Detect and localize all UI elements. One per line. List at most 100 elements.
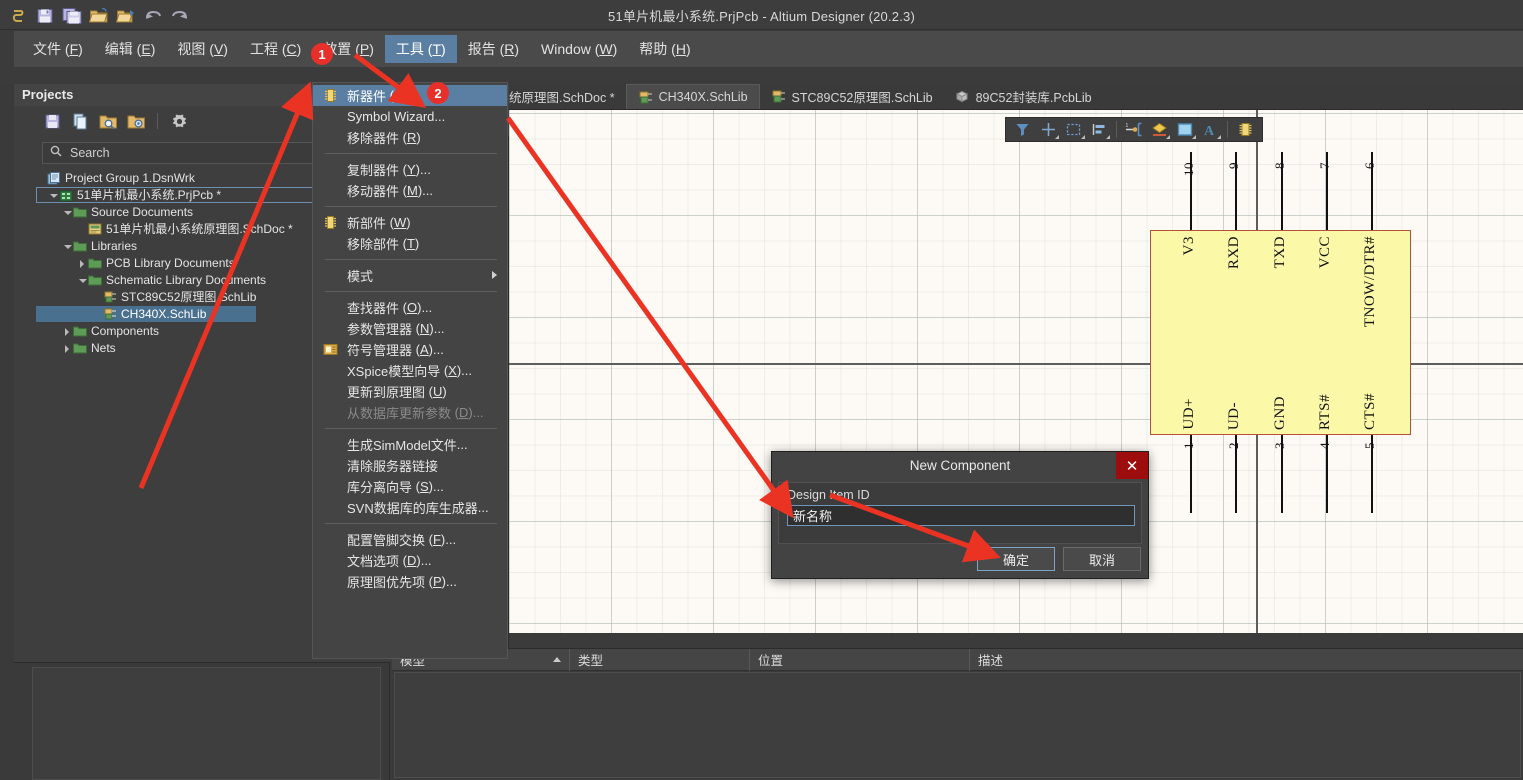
- dropdown-corner[interactable]: [1191, 135, 1196, 139]
- menu-item-remove-part[interactable]: 移除部件 (T): [313, 233, 507, 254]
- tree-item-schematic-library-documents[interactable]: Schematic Library Documents: [36, 272, 336, 288]
- design-item-id-input[interactable]: [787, 505, 1135, 526]
- search-input[interactable]: [68, 145, 308, 161]
- menu-edit[interactable]: 编辑 (E): [94, 35, 167, 63]
- pin-number-9: 9: [1226, 162, 1241, 169]
- title-bar: 51单片机最小系统.PrjPcb - Altium Designer (20.2…: [0, 0, 1523, 30]
- menu-item-document-options[interactable]: 文档选项 (D)...: [313, 550, 507, 571]
- dropdown-corner[interactable]: [1166, 135, 1171, 139]
- menu-item-label: SVN数据库的库生成器: [347, 501, 478, 516]
- open-folder-search-icon[interactable]: [98, 111, 118, 131]
- tab-stc89c52-schlib[interactable]: STC89C52原理图.SchLib: [760, 84, 944, 109]
- schlib-icon: [638, 91, 653, 104]
- tab-ch340x-schlib[interactable]: CH340X.SchLib: [625, 84, 760, 109]
- menu-item-symbol-manager[interactable]: 符号管理器 (A)...: [313, 339, 507, 360]
- schematic-toolbar: 1 A: [1005, 117, 1263, 142]
- tree-item-nets[interactable]: Nets: [36, 340, 336, 356]
- menu-item-update-to-schematic[interactable]: 更新到原理图 (U): [313, 381, 507, 402]
- menu-item-mode[interactable]: 模式: [313, 265, 507, 286]
- column-header-type[interactable]: 类型: [570, 648, 750, 671]
- tab-label: 统原理图.SchDoc *: [509, 91, 615, 105]
- tree-item-label: CH340X.SchLib: [121, 307, 207, 321]
- dropdown-corner[interactable]: [1080, 135, 1085, 139]
- twisty-expanded[interactable]: [48, 190, 59, 201]
- tab-schdoc[interactable]: 统原理图.SchDoc *: [509, 84, 626, 109]
- menu-help[interactable]: 帮助 (H): [628, 35, 701, 63]
- menu-item-svn-database-library-maker[interactable]: SVN数据库的库生成器...: [313, 497, 507, 518]
- dropdown-corner[interactable]: [1106, 135, 1111, 139]
- menu-item-configure-pin-swapping[interactable]: 配置管脚交换 (F)...: [313, 529, 507, 550]
- crosshair-place-icon[interactable]: [1037, 119, 1061, 140]
- tree-item-label: 51单片机最小系统.PrjPcb *: [77, 188, 222, 202]
- ok-button[interactable]: 确定: [977, 547, 1055, 571]
- copy-icon[interactable]: [70, 111, 90, 131]
- place-rectangle-icon[interactable]: [1173, 119, 1197, 140]
- column-header-location[interactable]: 位置: [750, 648, 970, 671]
- menu-tools[interactable]: 工具 (T): [384, 35, 457, 63]
- menu-item-library-splitter-wizard[interactable]: 库分离向导 (S)...: [313, 476, 507, 497]
- menu-item-new-part[interactable]: 新部件 (W): [313, 212, 507, 233]
- tree-item-label: Libraries: [91, 239, 138, 253]
- dropdown-corner[interactable]: [1055, 135, 1060, 139]
- place-polygon-icon[interactable]: [1148, 119, 1172, 140]
- tree-item-pcb-library-documents[interactable]: PCB Library Documents: [36, 255, 336, 271]
- twisty-expanded[interactable]: [62, 207, 73, 218]
- menu-item-move-component[interactable]: 移动器件 (M)...: [313, 180, 507, 201]
- dropdown-corner[interactable]: [1217, 135, 1222, 139]
- menu-item-generate-simmodel-file[interactable]: 生成SimModel文件...: [313, 434, 507, 455]
- save-icon[interactable]: [42, 111, 62, 131]
- folder-settings-icon[interactable]: [126, 111, 146, 131]
- search-box[interactable]: [42, 142, 332, 164]
- twisty-expanded[interactable]: [62, 241, 73, 252]
- gear-icon[interactable]: [169, 111, 189, 131]
- menu-item-label: 查找器件: [347, 301, 400, 316]
- tree-item-workspace[interactable]: Project Group 1.DsnWrk: [36, 170, 336, 186]
- twisty-collapsed[interactable]: [77, 258, 88, 269]
- tree-item-ch340x-schlib[interactable]: CH340X.SchLib: [36, 306, 256, 322]
- place-component-icon[interactable]: [1233, 119, 1257, 140]
- twisty-collapsed[interactable]: [62, 343, 73, 354]
- tree-item-libraries[interactable]: Libraries: [36, 238, 336, 254]
- menu-project[interactable]: 工程 (C): [239, 35, 312, 63]
- place-pin-icon[interactable]: 1: [1122, 119, 1146, 140]
- menu-item-copy-component[interactable]: 复制器件 (Y)...: [313, 159, 507, 180]
- menu-file[interactable]: 文件 (F): [22, 35, 94, 63]
- align-icon[interactable]: [1088, 119, 1112, 140]
- menu-reports[interactable]: 报告 (R): [457, 35, 530, 63]
- menu-item-new-component[interactable]: 新器件 (C): [313, 85, 507, 106]
- column-header-description[interactable]: 描述: [970, 649, 1520, 671]
- menu-item-label: 配置管脚交换: [347, 533, 426, 548]
- menu-item-parameter-manager[interactable]: 参数管理器 (N)...: [313, 318, 507, 339]
- workspace-icon: [47, 171, 62, 185]
- menu-item-label: 移动器件: [347, 184, 400, 199]
- cancel-button[interactable]: 取消: [1063, 547, 1141, 571]
- close-icon[interactable]: ✕: [1116, 452, 1148, 479]
- menu-item-symbol-wizard[interactable]: Symbol Wizard...: [313, 106, 507, 127]
- tree-item-components[interactable]: Components: [36, 323, 336, 339]
- folder-icon: [73, 325, 88, 338]
- menu-item-find-component[interactable]: 查找器件 (O)...: [313, 297, 507, 318]
- tree-item-schdoc[interactable]: 51单片机最小系统原理图.SchDoc *: [36, 221, 336, 237]
- menu-item-clear-server-link[interactable]: 清除服务器链接: [313, 455, 507, 476]
- tree-item-label: Project Group 1.DsnWrk: [65, 171, 195, 185]
- tab-89c52-pcblib[interactable]: 89C52封装库.PcbLib: [944, 84, 1103, 109]
- menu-item-label: 文档选项: [347, 554, 400, 569]
- project-tree: Project Group 1.DsnWrk 51单片机最小系统.PrjPcb …: [36, 170, 336, 356]
- tree-item-stc89c52-schlib[interactable]: STC89C52原理图.SchLib: [36, 289, 336, 305]
- twisty-collapsed[interactable]: [62, 326, 73, 337]
- svg-text:1: 1: [1126, 123, 1129, 129]
- bottom-left-panel-body[interactable]: [32, 667, 381, 780]
- select-rectangle-icon[interactable]: [1062, 119, 1086, 140]
- menu-view[interactable]: 视图 (V): [166, 35, 239, 63]
- filter-icon[interactable]: [1011, 119, 1035, 140]
- tree-item-source-documents[interactable]: Source Documents: [36, 204, 336, 220]
- tree-item-pcb-project[interactable]: 51单片机最小系统.PrjPcb *: [36, 187, 322, 203]
- place-text-icon[interactable]: A: [1199, 119, 1223, 140]
- menu-item-xspice-model-wizard[interactable]: XSpice模型向导 (X)...: [313, 360, 507, 381]
- menu-window[interactable]: Window (W): [530, 35, 628, 63]
- menu-item-remove-component[interactable]: 移除器件 (R): [313, 127, 507, 148]
- menu-item-schematic-preferences[interactable]: 原理图优先项 (P)...: [313, 571, 507, 592]
- twisty-expanded[interactable]: [77, 275, 88, 286]
- pin-name-ud-minus: UD-: [1226, 401, 1242, 430]
- models-grid-body[interactable]: [394, 672, 1521, 778]
